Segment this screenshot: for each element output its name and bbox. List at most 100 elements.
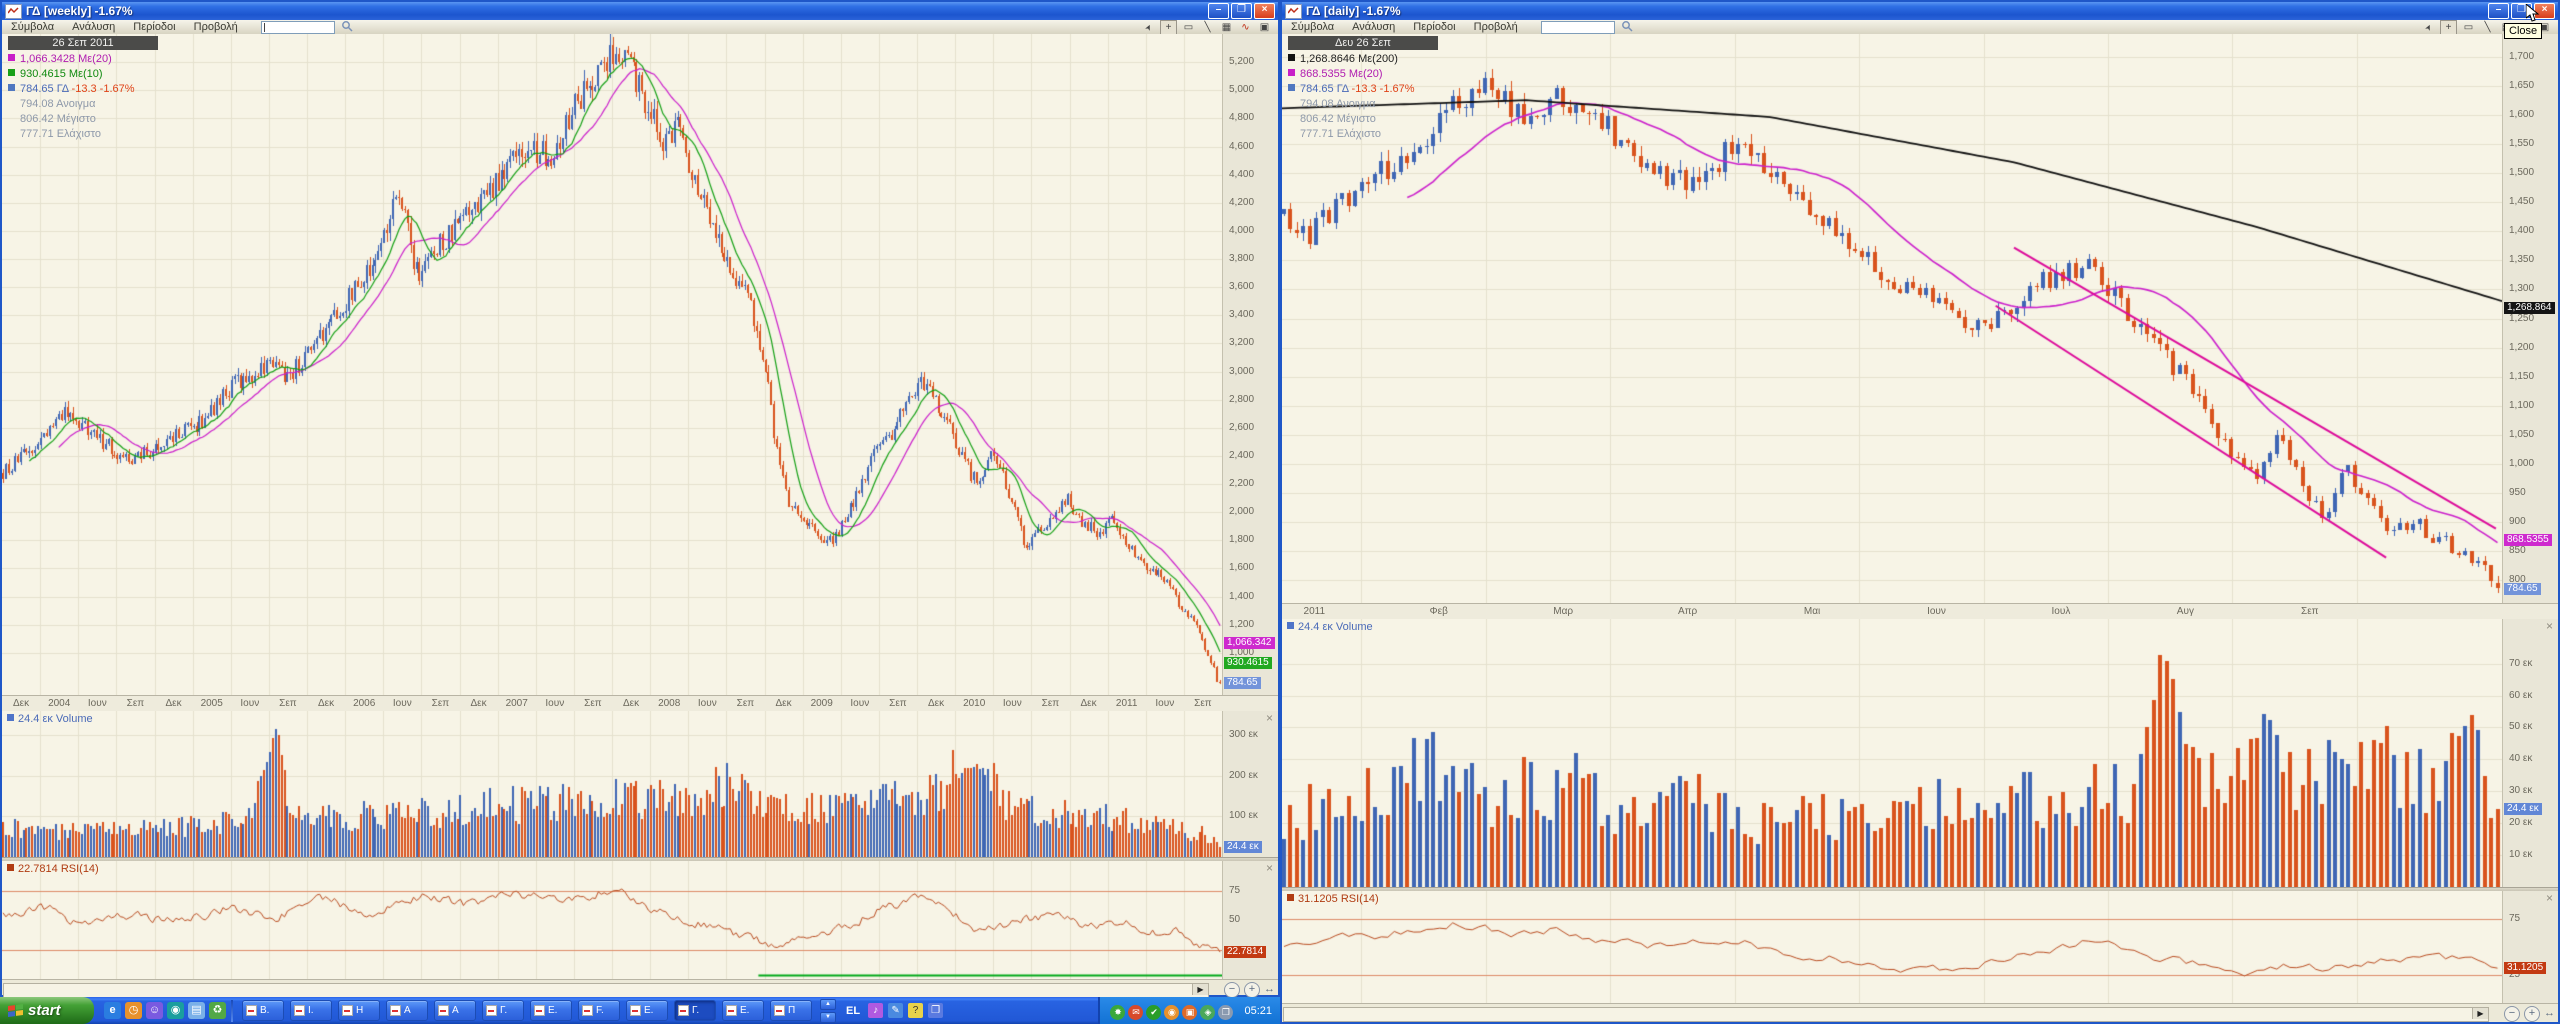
task-button[interactable]: Γ. <box>482 1000 524 1021</box>
taskbar-clock[interactable]: 05:21 <box>1244 1005 1272 1017</box>
task-button-label: Β. <box>260 1005 269 1016</box>
microphone-icon[interactable]: ♪ <box>868 1003 883 1018</box>
scrollbar-track[interactable]: ▶ <box>3 983 1209 998</box>
volume-label: 24.4 εκ Volume <box>1298 621 1373 633</box>
task-button[interactable]: Π <box>770 1000 812 1021</box>
time-tick-label: Σεπ <box>279 698 297 709</box>
task-button[interactable]: Ι. <box>290 1000 332 1021</box>
zoom-out-icon[interactable]: − <box>1224 982 1240 998</box>
scrollbar-track[interactable]: ▶ <box>1283 1007 2489 1022</box>
help-icon[interactable]: ? <box>908 1003 923 1018</box>
chart-window-weekly: ΓΔ [weekly] -1.67% – ❐ × Σύμβολα Ανάλυση… <box>0 0 1280 997</box>
menu-view[interactable]: Προβολή <box>1465 21 1527 33</box>
rsi-chart-daily[interactable] <box>1282 891 2503 1003</box>
price-chart-weekly[interactable] <box>2 34 1223 695</box>
crosshair-icon[interactable]: + <box>1160 20 1177 35</box>
close-volume-pane-icon[interactable]: × <box>2546 619 2553 633</box>
taskbar-scroll-down-icon[interactable]: ▼ <box>820 1012 836 1023</box>
price-chart-daily[interactable] <box>1282 34 2503 603</box>
price-tick-label: 950 <box>2509 487 2526 498</box>
internet-explorer-icon[interactable]: e <box>104 1002 121 1019</box>
pattern-icon[interactable]: ▦ <box>1219 21 1234 34</box>
menu-view[interactable]: Προβολή <box>185 21 247 33</box>
close-rsi-pane-icon[interactable]: × <box>1266 861 1273 875</box>
bar-spacing-icon[interactable]: ↔ <box>2544 1006 2555 1022</box>
rsi-chart-weekly[interactable] <box>2 861 1223 979</box>
task-button[interactable]: Α <box>434 1000 476 1021</box>
search-icon[interactable] <box>341 20 353 35</box>
messenger-icon[interactable]: ☺ <box>146 1002 163 1019</box>
price-tick-label: 2,000 <box>1229 506 1254 517</box>
files-icon[interactable]: ▤ <box>188 1002 205 1019</box>
scroll-right-icon[interactable]: ▶ <box>1192 984 1208 995</box>
recycle-bin-icon[interactable]: ♻ <box>209 1002 226 1019</box>
menu-symbols[interactable]: Σύμβολα <box>1282 21 1343 33</box>
media-player-icon[interactable]: ▣ <box>1182 1005 1197 1020</box>
price-tick-label: 1,200 <box>2509 342 2534 353</box>
close-rsi-pane-icon[interactable]: × <box>2546 891 2553 905</box>
titlebar[interactable]: ΓΔ [daily] -1.67% – ❐ × <box>1282 2 2558 20</box>
maximize-button[interactable]: ❐ <box>1231 3 1252 19</box>
time-tick-label: Σεπ <box>1194 698 1212 709</box>
task-button-icon <box>678 1005 689 1016</box>
menu-symbols[interactable]: Σύμβολα <box>2 21 63 33</box>
volume-chart-weekly[interactable] <box>2 711 1223 857</box>
scroll-right-icon[interactable]: ▶ <box>2472 1008 2488 1019</box>
price-tick-label: 3,800 <box>1229 253 1254 264</box>
volume-label: 24.4 εκ Volume <box>18 713 93 725</box>
trendline-icon[interactable]: ╲ <box>2480 21 2495 34</box>
price-tick-label: 4,800 <box>1229 112 1254 123</box>
menu-analysis[interactable]: Ανάλυση <box>1343 21 1404 33</box>
volume-chart-daily[interactable] <box>1282 619 2503 887</box>
price-badge: 784.65 <box>2504 583 2541 595</box>
task-button[interactable]: Ε. <box>530 1000 572 1021</box>
window-switcher-icon[interactable]: ❐ <box>928 1003 943 1018</box>
taskbar-scroll-up-icon[interactable]: ▲ <box>820 999 836 1010</box>
price-tick-label: 3,000 <box>1229 366 1254 377</box>
zoom-out-icon[interactable]: − <box>2504 1006 2520 1022</box>
start-button[interactable]: start <box>0 997 94 1024</box>
language-indicator[interactable]: EL <box>846 1005 860 1017</box>
symbol-search-input[interactable] <box>1541 21 1615 34</box>
scheduler-icon[interactable]: ◷ <box>125 1002 142 1019</box>
price-axis-weekly: 5,2005,0004,8004,6004,4004,2004,0003,800… <box>1223 34 1278 695</box>
menu-periods[interactable]: Περίοδοι <box>124 21 184 33</box>
mail-icon[interactable]: ✉ <box>1128 1005 1143 1020</box>
trendline-icon[interactable]: ╲ <box>1200 21 1215 34</box>
menu-analysis[interactable]: Ανάλυση <box>63 21 124 33</box>
network-globe-icon[interactable]: ◉ <box>167 1002 184 1019</box>
network-alert-icon[interactable]: ✸ <box>1110 1005 1125 1020</box>
volume-icon[interactable]: ◉ <box>1164 1005 1179 1020</box>
task-button[interactable]: Α <box>386 1000 428 1021</box>
legend-change-text: -13.3 -1.67% <box>69 83 135 95</box>
close-volume-pane-icon[interactable]: × <box>1266 711 1273 725</box>
zoom-in-icon[interactable]: + <box>2524 1006 2540 1022</box>
crosshair-icon[interactable]: + <box>2440 20 2457 35</box>
task-button[interactable]: Ε. <box>722 1000 764 1021</box>
task-button[interactable]: Ε. <box>626 1000 668 1021</box>
minimize-button[interactable]: – <box>1208 3 1229 19</box>
sync-ok-icon[interactable]: ✔ <box>1146 1005 1161 1020</box>
bar-spacing-icon[interactable]: ↔ <box>1264 982 1275 998</box>
zoom-in-icon[interactable]: + <box>1244 982 1260 998</box>
chart-icon[interactable]: ∿ <box>1238 21 1253 34</box>
save-icon[interactable]: ▣ <box>1257 21 1272 34</box>
close-button[interactable]: × <box>1254 3 1275 19</box>
legend-text: 1,066.3428 Με(20) <box>20 53 112 65</box>
task-button-label: Π <box>788 1005 795 1016</box>
minimize-button[interactable]: – <box>2488 3 2509 19</box>
tablet-icon[interactable]: ✎ <box>888 1003 903 1018</box>
task-button[interactable]: Β. <box>242 1000 284 1021</box>
graphics-icon[interactable]: ◈ <box>1200 1005 1215 1020</box>
system-icon[interactable]: ❐ <box>1218 1005 1233 1020</box>
symbol-search-input[interactable] <box>261 21 335 34</box>
search-icon[interactable] <box>1621 20 1633 35</box>
task-button[interactable]: Η <box>338 1000 380 1021</box>
task-button[interactable]: F. <box>578 1000 620 1021</box>
titlebar[interactable]: ΓΔ [weekly] -1.67% – ❐ × <box>2 2 1278 20</box>
task-button[interactable]: Γ. <box>674 1000 716 1021</box>
price-tick-label: 900 <box>2509 516 2526 527</box>
rectangle-icon[interactable]: ▭ <box>2461 21 2476 34</box>
rectangle-icon[interactable]: ▭ <box>1181 21 1196 34</box>
menu-periods[interactable]: Περίοδοι <box>1404 21 1464 33</box>
